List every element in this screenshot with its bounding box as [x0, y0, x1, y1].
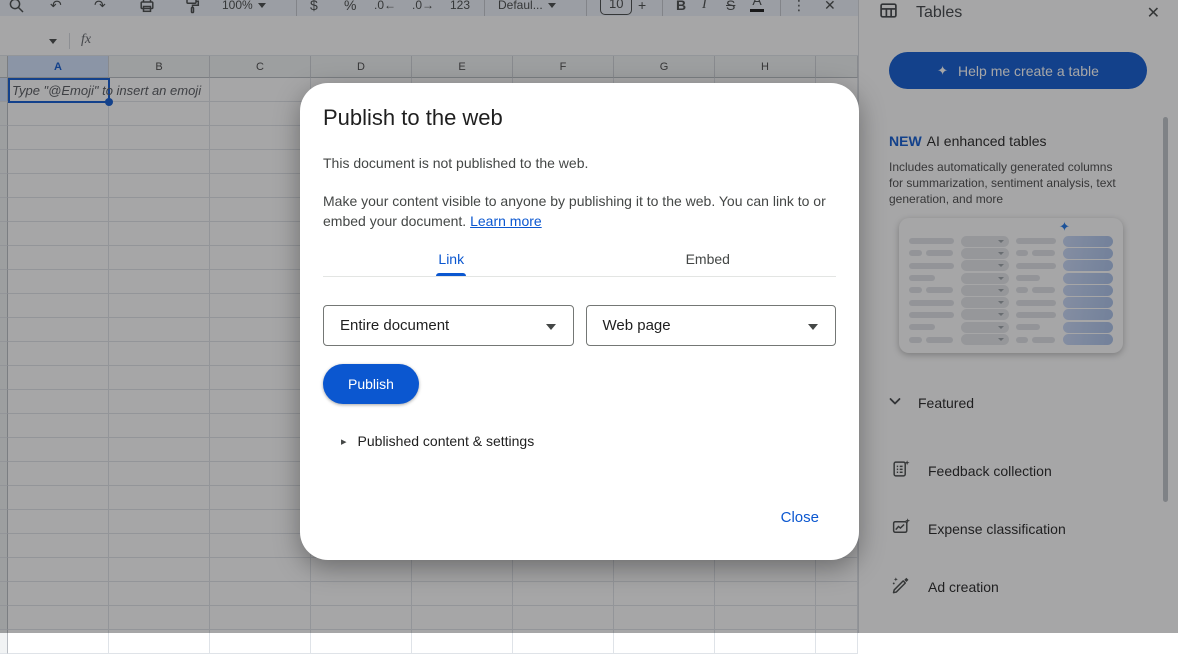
publish-status-text: This document is not published to the we… — [323, 155, 836, 171]
format-dropdown[interactable]: Web page — [586, 305, 837, 346]
published-content-settings-toggle[interactable]: ▸ Published content & settings — [341, 433, 836, 449]
publish-button[interactable]: Publish — [323, 364, 419, 404]
dialog-description: Make your content visible to anyone by p… — [323, 191, 835, 231]
close-button[interactable]: Close — [781, 509, 819, 526]
grid-row — [0, 630, 858, 654]
grid-cell[interactable] — [311, 630, 412, 654]
disclosure-arrow-icon: ▸ — [341, 435, 347, 448]
learn-more-link[interactable]: Learn more — [470, 213, 542, 229]
grid-cell[interactable] — [210, 630, 311, 654]
publish-options-row: Entire document Web page — [323, 305, 836, 346]
tab-embed[interactable]: Embed — [580, 242, 837, 276]
scope-dropdown[interactable]: Entire document — [323, 305, 574, 346]
dialog-title: Publish to the web — [323, 105, 836, 131]
grid-cell[interactable] — [614, 630, 715, 654]
grid-cell[interactable] — [715, 630, 816, 654]
grid-cell[interactable] — [109, 630, 210, 654]
grid-cell[interactable] — [513, 630, 614, 654]
publish-to-web-dialog: Publish to the web This document is not … — [300, 83, 859, 560]
dialog-tabs: Link Embed — [323, 242, 836, 277]
grid-cell[interactable] — [412, 630, 513, 654]
row-header-stub[interactable] — [0, 630, 8, 654]
grid-cell[interactable] — [8, 630, 109, 654]
tab-link[interactable]: Link — [323, 242, 580, 276]
grid-cell[interactable] — [816, 630, 858, 654]
